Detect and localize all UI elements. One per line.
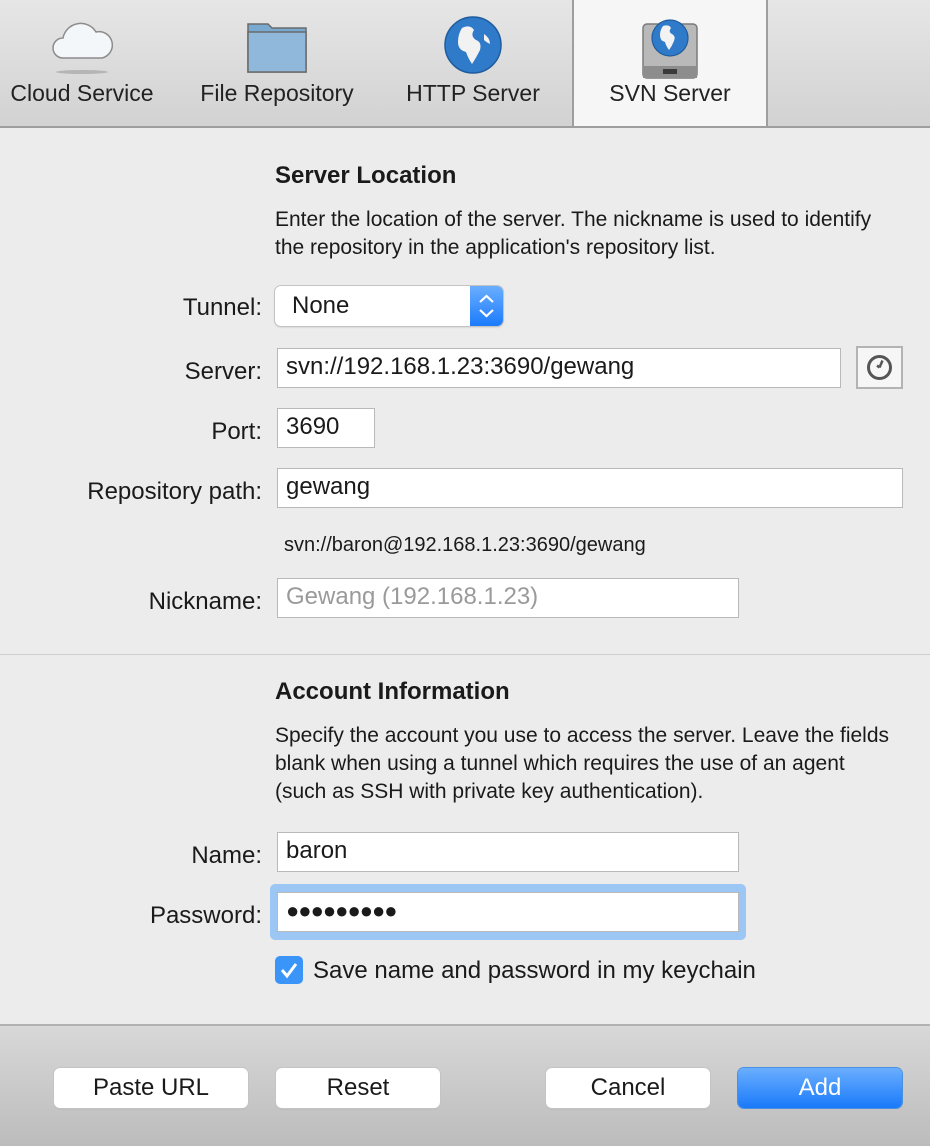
paste-url-button[interactable]: Paste URL: [54, 1068, 248, 1108]
up-down-chevron-icon: [470, 286, 503, 326]
name-field[interactable]: baron: [277, 832, 739, 872]
tab-http-server[interactable]: HTTP Server: [384, 0, 562, 126]
reset-button[interactable]: Reset: [276, 1068, 440, 1108]
tab-file-repository[interactable]: File Repository: [184, 0, 370, 126]
tab-cloud-service[interactable]: Cloud Service: [0, 0, 164, 126]
tunnel-label: Tunnel:: [182, 294, 262, 321]
server-field[interactable]: svn://192.168.1.23:3690/gewang: [277, 348, 841, 388]
nickname-label: Nickname:: [148, 588, 262, 615]
tab-label: HTTP Server: [406, 80, 540, 106]
server-globe-icon: [642, 19, 698, 79]
server-location-heading: Server Location: [275, 162, 457, 189]
cancel-button[interactable]: Cancel: [546, 1068, 710, 1108]
account-information-description: Specify the account you use to access th…: [275, 724, 890, 803]
globe-icon: [444, 16, 502, 74]
toolbar: Cloud Service File Repository HTTP Serve…: [0, 0, 930, 128]
cloud-icon: [52, 22, 114, 74]
tunnel-value: None: [292, 292, 350, 319]
repository-path-label: Repository path:: [87, 478, 262, 505]
repository-path-field[interactable]: gewang: [277, 468, 903, 508]
port-field[interactable]: 3690: [277, 408, 375, 448]
password-field[interactable]: ●●●●●●●●●: [277, 892, 739, 932]
password-label: Password:: [149, 902, 262, 929]
folder-icon: [247, 23, 307, 73]
port-label: Port:: [211, 418, 262, 445]
name-label: Name:: [191, 842, 262, 869]
account-information-heading: Account Information: [275, 678, 510, 705]
tab-label: Cloud Service: [10, 80, 154, 106]
keychain-label: Save name and password in my keychain: [313, 957, 756, 984]
resolved-url: svn://baron@192.168.1.23:3690/gewang: [284, 534, 646, 556]
clock-icon: [867, 355, 892, 380]
footer-bar: Paste URL Reset Cancel Add: [0, 1024, 930, 1146]
section-divider: [0, 654, 930, 655]
tab-svn-server[interactable]: SVN Server: [572, 0, 768, 126]
recent-servers-button[interactable]: [856, 346, 903, 389]
keychain-checkbox[interactable]: [275, 956, 303, 984]
checkmark-icon: [280, 963, 298, 979]
nickname-field[interactable]: Gewang (192.168.1.23): [277, 578, 739, 618]
tunnel-select[interactable]: None: [275, 286, 503, 326]
tab-label: File Repository: [200, 80, 354, 106]
add-button[interactable]: Add: [738, 1068, 902, 1108]
server-location-description: Enter the location of the server. The ni…: [275, 208, 872, 259]
tab-label: SVN Server: [609, 80, 731, 106]
server-label: Server:: [184, 358, 262, 385]
